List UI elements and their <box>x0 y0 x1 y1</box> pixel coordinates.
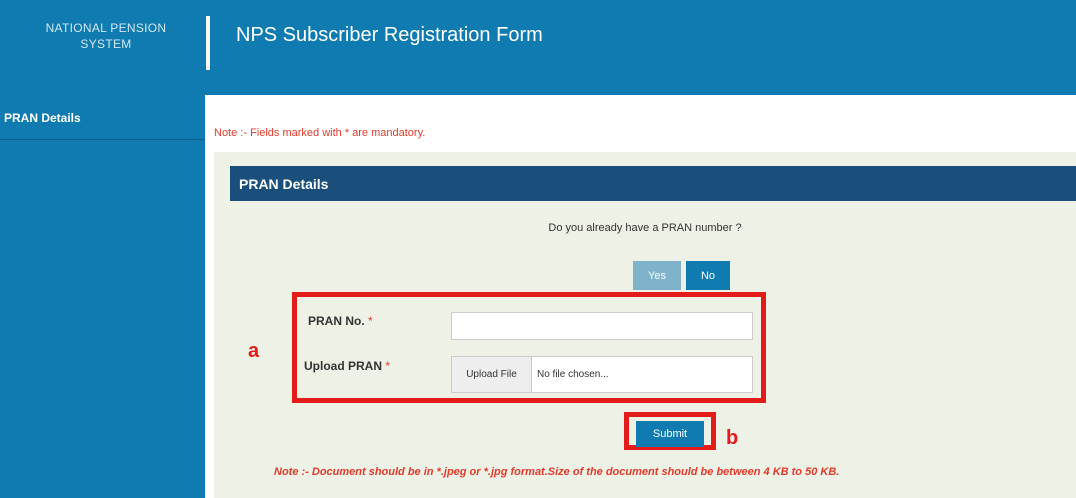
file-status-text: No file chosen... <box>537 369 609 380</box>
logo-line-1: NATIONAL PENSION <box>45 21 167 35</box>
logo-line-2: SYSTEM <box>80 37 132 51</box>
sidebar-item-label: PRAN Details <box>4 111 81 125</box>
header-divider <box>206 16 210 70</box>
upload-pran-file-input[interactable]: Upload File No file chosen... <box>451 356 753 393</box>
pran-question: Do you already have a PRAN number ? <box>548 222 742 234</box>
upload-pran-label: Upload PRAN * <box>304 359 390 373</box>
annotation-label-a: a <box>248 340 260 362</box>
panel-heading: PRAN Details <box>230 166 1076 201</box>
mandatory-note: Note :- Fields marked with * are mandato… <box>214 127 426 139</box>
page-title: NPS Subscriber Registration Form <box>236 24 543 46</box>
panel-heading-label: PRAN Details <box>239 176 329 192</box>
upload-file-button[interactable]: Upload File <box>452 357 532 392</box>
required-mark: * <box>368 314 373 328</box>
app-header: NATIONAL PENSION SYSTEM NPS Subscriber R… <box>0 0 1076 95</box>
submit-button[interactable]: Submit <box>636 421 704 447</box>
annotation-label-b: b <box>726 427 739 449</box>
upload-pran-label-text: Upload PRAN <box>304 359 382 373</box>
required-mark: * <box>385 359 391 373</box>
sidebar: PRAN Details <box>0 95 205 498</box>
yes-button[interactable]: Yes <box>633 261 681 290</box>
sidebar-item-pran-details[interactable]: PRAN Details <box>0 95 205 140</box>
pran-no-label: PRAN No. * <box>308 314 373 328</box>
nps-logo: NATIONAL PENSION SYSTEM <box>8 20 204 52</box>
pran-no-label-text: PRAN No. <box>308 314 365 328</box>
pran-no-input[interactable] <box>451 312 753 340</box>
document-format-note: Note :- Document should be in *.jpeg or … <box>274 466 840 478</box>
no-button[interactable]: No <box>686 261 730 290</box>
